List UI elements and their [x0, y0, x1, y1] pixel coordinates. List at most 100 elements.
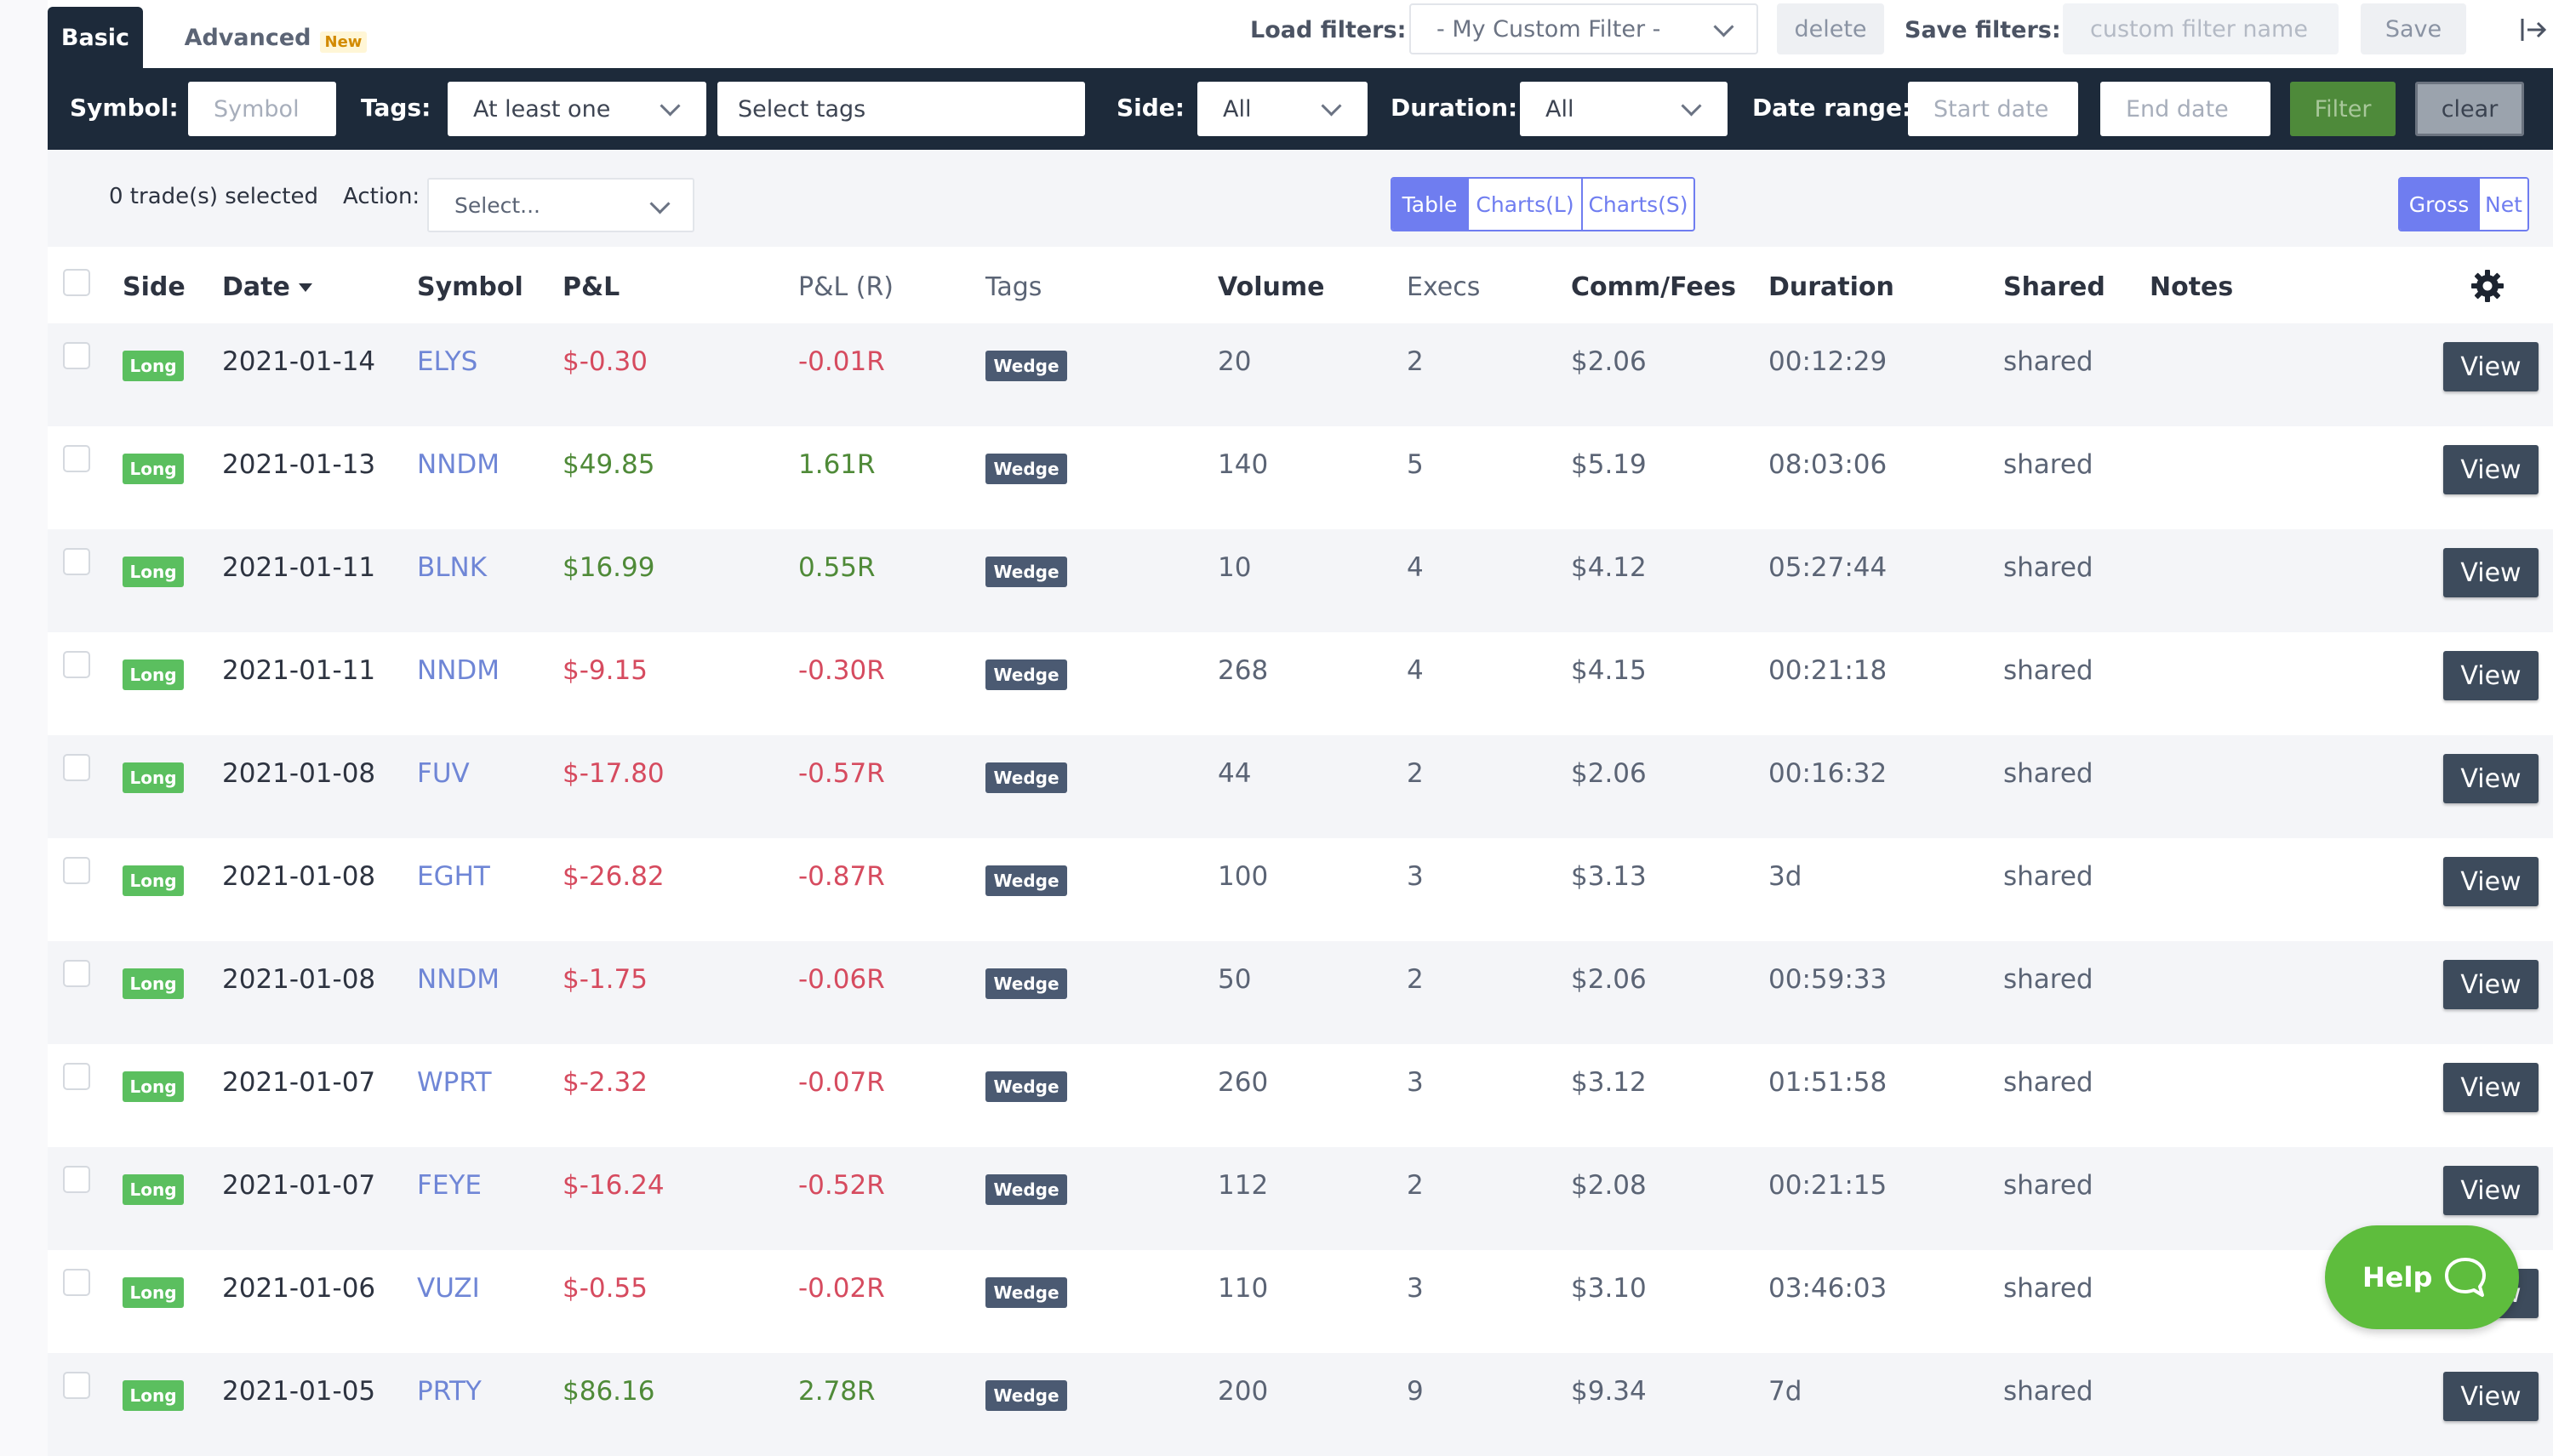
view-trade-button[interactable]: View [2443, 754, 2539, 803]
clear-button[interactable]: clear [2415, 82, 2524, 136]
side-select[interactable]: All [1197, 82, 1368, 136]
row-checkbox[interactable] [63, 960, 90, 987]
tag-badge[interactable]: Wedge [985, 659, 1067, 690]
trade-execs: 2 [1407, 1170, 1424, 1201]
table-row[interactable]: Long 2021-01-14 ELYS $-0.30 -0.01R Wedge 20 2 $2… [48, 323, 2553, 426]
trade-symbol-link[interactable]: NNDM [417, 964, 500, 995]
col-volume[interactable]: Volume [1218, 272, 1324, 302]
table-row[interactable]: Long 2021-01-07 WPRT $-2.32 -0.07R Wedge 260 3 $… [48, 1044, 2553, 1147]
custom-filter-name-input[interactable]: custom filter name [2063, 3, 2339, 54]
table-row[interactable]: Long 2021-01-08 NNDM $-1.75 -0.06R Wedge 50 2 $2… [48, 941, 2553, 1044]
col-comm-fees[interactable]: Comm/Fees [1571, 272, 1736, 302]
tag-badge[interactable]: Wedge [985, 865, 1067, 896]
trade-symbol-link[interactable]: NNDM [417, 655, 500, 686]
row-checkbox[interactable] [63, 651, 90, 678]
help-label: Help [2362, 1261, 2433, 1293]
chevron-down-icon [660, 95, 681, 117]
col-side[interactable]: Side [123, 272, 186, 302]
tag-badge[interactable]: Wedge [985, 351, 1067, 381]
col-execs[interactable]: Execs [1407, 272, 1480, 302]
end-date-input[interactable]: End date [2100, 82, 2270, 136]
row-checkbox[interactable] [63, 857, 90, 884]
trade-pnl: $86.16 [563, 1376, 655, 1407]
logout-icon[interactable] [2519, 15, 2548, 44]
trade-symbol-link[interactable]: PRTY [417, 1376, 482, 1407]
view-trade-button[interactable]: View [2443, 1166, 2539, 1215]
tag-badge[interactable]: Wedge [985, 557, 1067, 587]
trade-symbol-link[interactable]: EGHT [417, 861, 490, 892]
row-checkbox[interactable] [63, 445, 90, 472]
table-row[interactable]: Long 2021-01-05 PRTY $86.16 2.78R Wedge 200 9 $9… [48, 1353, 2553, 1456]
trade-symbol-link[interactable]: WPRT [417, 1067, 492, 1098]
col-shared[interactable]: Shared [2003, 272, 2105, 302]
filter-button[interactable]: Filter [2290, 82, 2396, 136]
view-trade-button[interactable]: View [2443, 445, 2539, 494]
row-checkbox[interactable] [63, 754, 90, 781]
table-row[interactable]: Long 2021-01-08 EGHT $-26.82 -0.87R Wedge 100 3… [48, 838, 2553, 941]
tags-mode-select[interactable]: At least one [448, 82, 706, 136]
row-checkbox[interactable] [63, 1063, 90, 1090]
trade-symbol-link[interactable]: BLNK [417, 552, 487, 583]
trade-pnl-r: -0.30R [798, 655, 885, 686]
gear-icon[interactable] [2470, 269, 2504, 303]
duration-select[interactable]: All [1520, 82, 1728, 136]
select-all-checkbox[interactable] [63, 269, 90, 296]
view-table-button[interactable]: Table [1392, 179, 1469, 230]
tags-select[interactable]: Select tags [717, 82, 1085, 136]
col-duration[interactable]: Duration [1768, 272, 1894, 302]
view-charts-l-button[interactable]: Charts(L) [1469, 179, 1583, 230]
view-trade-button[interactable]: View [2443, 1063, 2539, 1112]
save-filter-button[interactable]: Save [2361, 3, 2466, 54]
start-date-input[interactable]: Start date [1908, 82, 2078, 136]
view-trade-button[interactable]: View [2443, 857, 2539, 906]
tag-badge[interactable]: Wedge [985, 762, 1067, 793]
trade-symbol-link[interactable]: NNDM [417, 449, 500, 480]
tab-basic[interactable]: Basic [48, 7, 143, 68]
view-charts-s-button[interactable]: Charts(S) [1583, 179, 1693, 230]
trade-symbol-link[interactable]: FEYE [417, 1170, 482, 1201]
trade-symbol-link[interactable]: VUZI [417, 1273, 480, 1304]
side-badge: Long [123, 1277, 184, 1308]
trade-duration: 7d [1768, 1376, 1802, 1407]
tag-badge[interactable]: Wedge [985, 968, 1067, 999]
tag-badge[interactable]: Wedge [985, 1174, 1067, 1205]
symbol-input[interactable]: Symbol [188, 82, 336, 136]
trade-symbol-link[interactable]: ELYS [417, 346, 477, 377]
help-button[interactable]: Help [2325, 1225, 2519, 1329]
view-trade-button[interactable]: View [2443, 1372, 2539, 1421]
custom-filter-name-placeholder: custom filter name [2090, 15, 2308, 43]
row-checkbox[interactable] [63, 1372, 90, 1399]
table-row[interactable]: Long 2021-01-08 FUV $-17.80 -0.57R Wedge 44 2 $2… [48, 735, 2553, 838]
row-checkbox[interactable] [63, 1166, 90, 1193]
net-button[interactable]: Net [2480, 179, 2527, 230]
row-checkbox[interactable] [63, 342, 90, 369]
tag-badge[interactable]: Wedge [985, 454, 1067, 484]
delete-filter-button[interactable]: delete [1777, 3, 1884, 54]
gross-button[interactable]: Gross [2400, 179, 2480, 230]
table-row[interactable]: Long 2021-01-06 VUZI $-0.55 -0.02R Wedge 110 3 $… [48, 1250, 2553, 1353]
view-trade-button[interactable]: View [2443, 342, 2539, 391]
col-pnl-r[interactable]: P&L (R) [798, 272, 894, 302]
view-trade-button[interactable]: View [2443, 651, 2539, 700]
tag-badge[interactable]: Wedge [985, 1071, 1067, 1102]
view-trade-button[interactable]: View [2443, 548, 2539, 597]
action-select[interactable]: Select... [427, 178, 694, 232]
col-symbol[interactable]: Symbol [417, 272, 523, 302]
table-row[interactable]: Long 2021-01-11 NNDM $-9.15 -0.30R Wedge 268 4 $… [48, 632, 2553, 735]
table-row[interactable]: Long 2021-01-07 FEYE $-16.24 -0.52R Wedge 112 2… [48, 1147, 2553, 1250]
tag-badge[interactable]: Wedge [985, 1380, 1067, 1411]
view-trade-button[interactable]: View [2443, 960, 2539, 1009]
tag-badge[interactable]: Wedge [985, 1277, 1067, 1308]
table-row[interactable]: Long 2021-01-13 NNDM $49.85 1.61R Wedge 140 5 $5… [48, 426, 2553, 529]
load-filters-select[interactable]: - My Custom Filter - [1409, 3, 1758, 54]
tab-advanced[interactable]: Advanced New [182, 7, 369, 68]
trade-symbol-link[interactable]: FUV [417, 758, 470, 789]
row-checkbox[interactable] [63, 1269, 90, 1296]
col-date[interactable]: Date [222, 272, 312, 302]
col-pnl[interactable]: P&L [563, 272, 620, 302]
trade-shared: shared [2003, 449, 2093, 480]
trade-shared: shared [2003, 1273, 2093, 1304]
symbol-label: Symbol: [70, 94, 179, 122]
table-row[interactable]: Long 2021-01-11 BLNK $16.99 0.55R Wedge 10 4 $4.… [48, 529, 2553, 632]
row-checkbox[interactable] [63, 548, 90, 575]
